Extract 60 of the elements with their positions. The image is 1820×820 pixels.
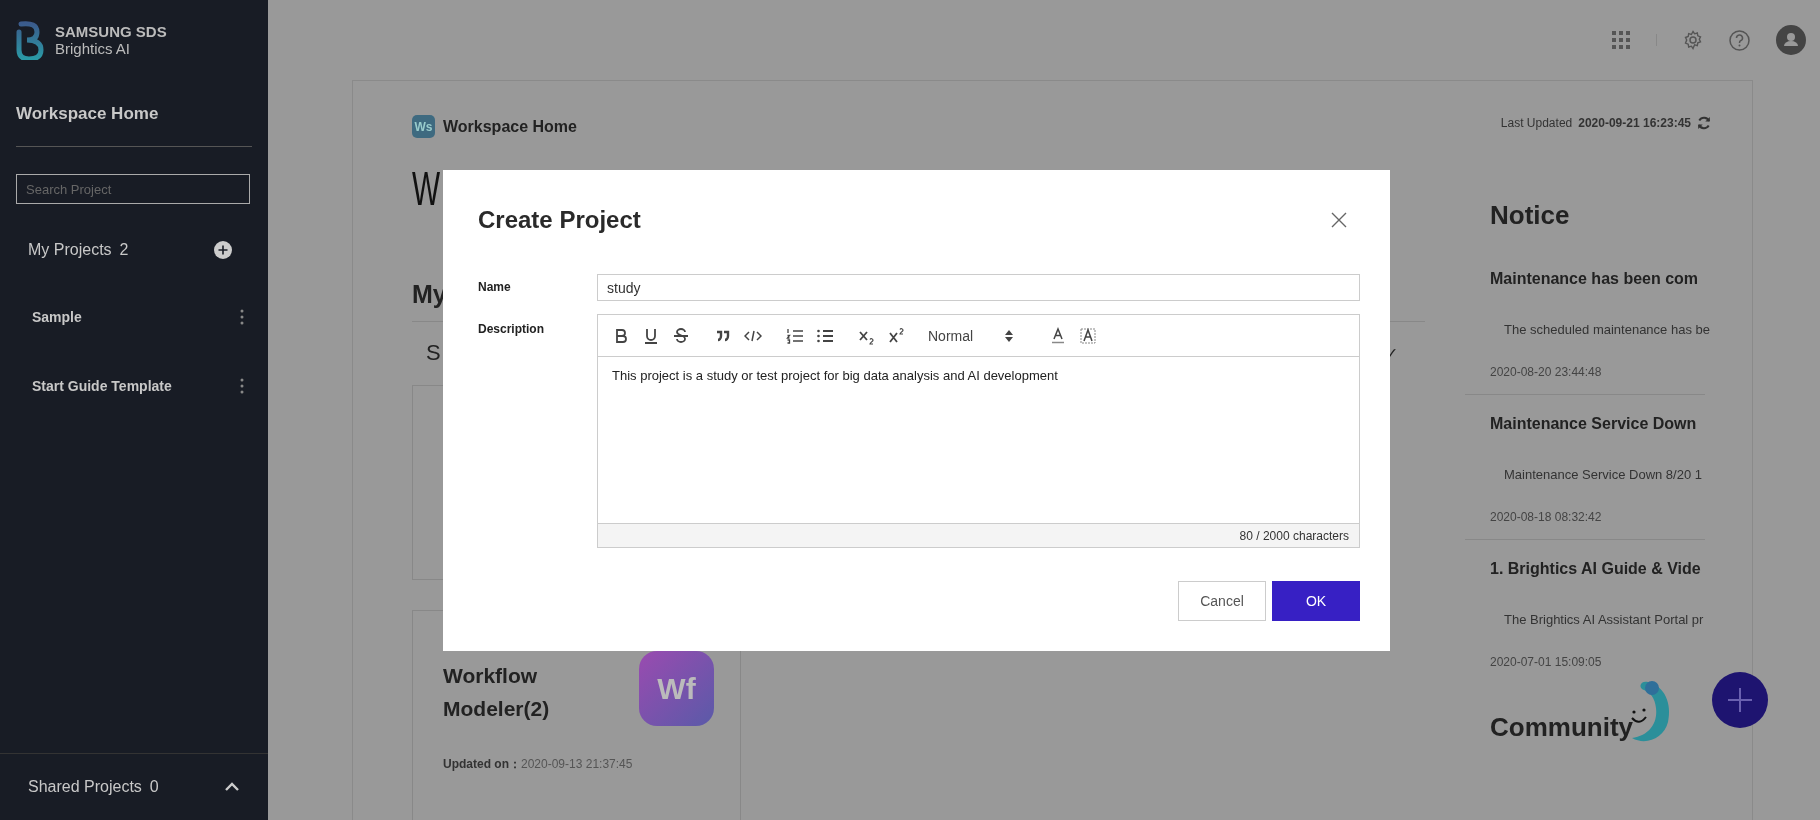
product-name: Brightics AI (55, 40, 132, 57)
project-count: 2 (119, 241, 129, 258)
numbered-list-icon[interactable] (786, 326, 804, 345)
notice-title[interactable]: 1. Brightics AI Guide & Vide (1490, 559, 1705, 579)
section-label: My Projects (28, 241, 112, 258)
refresh-icon[interactable] (1697, 116, 1711, 130)
timestamp: 2020-09-21 16:23:45 (1578, 116, 1691, 130)
notice-date: 2020-08-20 23:44:48 (1490, 365, 1603, 379)
notice-summary: Maintenance Service Down 8/20 1 (1504, 467, 1702, 482)
section-heading: Notice (1490, 200, 1571, 231)
update-info: Updated on：2020-09-13 21:37:45 (443, 756, 634, 773)
project-count: 0 (149, 778, 159, 795)
notice-date: 2020-08-18 08:32:42 (1490, 510, 1603, 524)
notice-summary: The scheduled maintenance has be (1504, 322, 1710, 337)
sort-arrows-icon (1005, 329, 1014, 342)
grid-menu-icon[interactable] (1612, 31, 1630, 49)
page-heading: W (412, 161, 441, 217)
editor-text: This project is a study or test project for big data analysis and AI development (611, 367, 1059, 385)
settings-icon[interactable] (1683, 30, 1703, 50)
section-heading: Community (1490, 711, 1633, 743)
app-badge: Wf (639, 651, 714, 726)
strikethrough-icon[interactable] (672, 326, 690, 345)
add-button[interactable] (1712, 672, 1768, 728)
notice-title[interactable]: Maintenance Service Down (1490, 414, 1705, 434)
notice-summary: The Brightics AI Assistant Portal pr (1504, 612, 1704, 627)
style-dropdown[interactable]: Normal (928, 327, 1026, 344)
workspace-badge: Ws (412, 115, 435, 138)
project-tab[interactable]: S (426, 340, 441, 366)
brand-name: SAMSUNG SDS (55, 23, 167, 40)
kebab-menu-icon[interactable] (240, 377, 244, 394)
chevron-up-icon[interactable] (224, 782, 240, 792)
superscript-icon[interactable] (888, 326, 906, 345)
character-counter: 80 / 2000 characters (598, 523, 1359, 547)
sidebar-item[interactable]: Start Guide Template (32, 377, 172, 394)
cancel-button[interactable]: Cancel (1178, 581, 1266, 621)
rich-text-editor[interactable]: Normal This project is a study or test project for big data analysis and AI development 80 / 2000 characters (597, 314, 1360, 548)
field-label: Name (478, 279, 512, 296)
notice-date: 2020-07-01 15:09:05 (1490, 655, 1603, 669)
plus-icon (1727, 687, 1753, 713)
close-button[interactable] (1331, 212, 1347, 228)
underline-icon[interactable] (642, 326, 660, 345)
name-field[interactable]: study (597, 274, 1360, 301)
ok-button[interactable]: OK (1272, 581, 1360, 621)
notice-title[interactable]: Maintenance has been com (1490, 269, 1705, 289)
sidebar-title: Workspace Home (16, 104, 252, 147)
dialog-title: Create Project (478, 206, 641, 234)
card-title: Workflow Modeler(2) (443, 663, 551, 722)
kebab-menu-icon[interactable] (240, 308, 244, 325)
add-circle-icon[interactable] (214, 241, 232, 259)
highlight-icon[interactable] (1079, 326, 1098, 345)
sidebar-item[interactable]: Sample (32, 308, 82, 325)
section-label: Shared Projects (28, 778, 142, 795)
label: Last Updated (1500, 116, 1573, 130)
search-field[interactable]: Search Project (16, 174, 250, 204)
close-icon (1331, 212, 1347, 228)
page-breadcrumb: Workspace Home (443, 117, 577, 136)
help-icon[interactable] (1729, 29, 1750, 51)
avatar-icon[interactable] (1776, 25, 1806, 55)
field-label: Description (478, 321, 545, 338)
brand-logo-icon (15, 20, 45, 60)
